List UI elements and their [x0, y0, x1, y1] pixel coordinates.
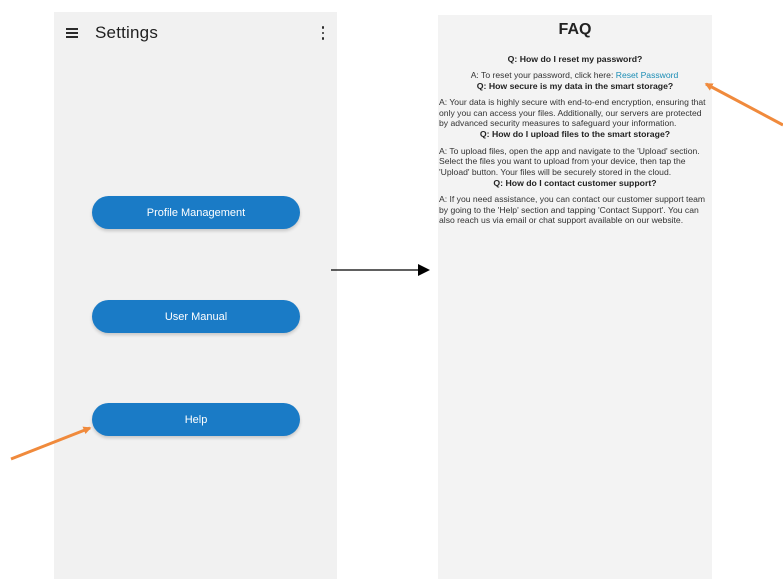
faq-answer: A: To upload files, open the app and nav… [439, 145, 700, 177]
faq-title: FAQ [558, 21, 592, 38]
faq-answer: A: If you need assistance, you can conta… [439, 194, 706, 226]
faq-answer-text: A: To reset your password, click here: [470, 70, 616, 81]
reset-password-link[interactable]: Reset Password [616, 70, 679, 80]
faq-answer: A: To reset your password, click here: R… [438, 70, 712, 80]
settings-screen: Settings Profile Management User Manual … [54, 12, 337, 579]
faq-screen: FAQ Q: How do I reset my password? A: To… [438, 15, 712, 579]
app-bar: Settings [54, 12, 337, 56]
profile-management-button[interactable]: Profile Management [92, 196, 300, 229]
more-vertical-icon[interactable] [321, 26, 325, 40]
faq-question: Q: How do I contact customer support? [493, 178, 657, 189]
faq-question: Q: How do I upload files to the smart st… [479, 129, 671, 140]
faq-answer: A: Your data is highly secure with end-t… [439, 97, 706, 129]
faq-question: Q: How do I reset my password? [507, 54, 643, 64]
screenshot-canvas: Settings Profile Management User Manual … [0, 0, 783, 579]
page-title: Settings [95, 23, 159, 42]
user-manual-button[interactable]: User Manual [92, 300, 300, 333]
faq-list: Q: How do I reset my password? A: To res… [438, 54, 712, 226]
faq-question: Q: How secure is my data in the smart st… [476, 80, 674, 91]
reset-link-pointer-arrow [704, 82, 783, 127]
hamburger-menu-icon[interactable] [66, 28, 78, 38]
help-button[interactable]: Help [92, 403, 300, 436]
